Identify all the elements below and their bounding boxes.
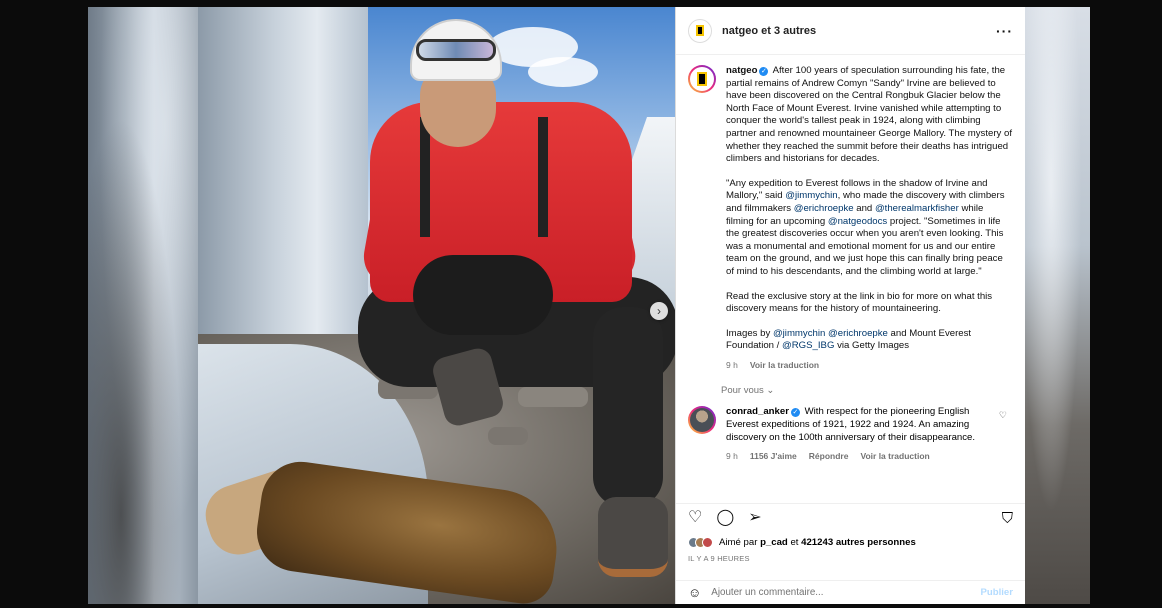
likes-summary[interactable]: Aimé par p_cad et 421243 autres personne… bbox=[688, 537, 916, 548]
caption-avatar[interactable] bbox=[688, 65, 716, 93]
caption-text-segment: via Getty Images bbox=[834, 340, 910, 352]
comment-bubble-icon[interactable]: ◯ bbox=[716, 510, 734, 527]
liker-username[interactable]: p_cad bbox=[760, 537, 788, 548]
likes-prefix: Aimé par bbox=[719, 537, 761, 548]
for-you-toggle[interactable]: Pour vous ⌄ bbox=[721, 385, 1013, 396]
caption-text-segment: Images by bbox=[726, 327, 773, 339]
posted-time: IL Y A 9 HEURES bbox=[688, 554, 750, 563]
comment-item: conrad_anker ✓ With respect for the pione… bbox=[688, 406, 1013, 462]
comment-time: 9 h bbox=[726, 451, 738, 462]
mention-link[interactable]: @erichroepke bbox=[828, 328, 888, 339]
climber-boot bbox=[598, 497, 668, 577]
caption-translate-link[interactable]: Voir la traduction bbox=[750, 359, 819, 372]
backpack-strap bbox=[420, 117, 430, 237]
commenter-username[interactable]: conrad_anker bbox=[726, 406, 789, 417]
blurred-backdrop-left bbox=[88, 7, 198, 604]
post-side-panel: natgeo et 3 autres ··· natgeo ✓ After 100… bbox=[675, 7, 1025, 604]
chevron-right-icon: › bbox=[657, 304, 661, 318]
caption-username[interactable]: natgeo bbox=[726, 65, 757, 76]
comment-input[interactable] bbox=[711, 587, 952, 598]
for-you-label: Pour vous bbox=[721, 385, 764, 397]
natgeo-logo-icon bbox=[697, 72, 707, 86]
liker-avatar bbox=[702, 537, 713, 548]
rock bbox=[488, 427, 528, 445]
emoji-icon[interactable]: ☺ bbox=[688, 585, 701, 600]
next-image-button[interactable]: › bbox=[650, 302, 668, 320]
mention-link[interactable]: @RGS_IBG bbox=[782, 340, 834, 351]
mention-link[interactable]: @jimmychin bbox=[773, 328, 825, 339]
liker-avatars bbox=[688, 537, 713, 548]
caption-meta: 9 h Voir la traduction bbox=[726, 359, 1012, 372]
caption-paragraph-2: "Any expedition to Everest follows in th… bbox=[726, 178, 1012, 279]
mention-link[interactable]: @therealmarkfisher bbox=[875, 203, 959, 214]
climber-leg bbox=[593, 307, 663, 507]
comment-likes[interactable]: 1156 J'aime bbox=[750, 450, 797, 463]
blurred-backdrop-right bbox=[1025, 7, 1090, 604]
share-send-icon[interactable]: ➢ bbox=[748, 510, 761, 527]
mention-link[interactable]: @natgeodocs bbox=[828, 216, 887, 227]
caption-text: natgeo ✓ After 100 years of speculation s… bbox=[726, 65, 1012, 371]
verified-badge-icon: ✓ bbox=[790, 408, 800, 418]
caption-text-segment: and bbox=[853, 202, 875, 214]
bookmark-icon[interactable]: ⛉ bbox=[1002, 510, 1013, 527]
comment-text: conrad_anker ✓ With respect for the pione… bbox=[726, 406, 996, 462]
likes-middle: et bbox=[787, 537, 802, 548]
caption-time: 9 h bbox=[726, 359, 738, 370]
mention-link[interactable]: @erichroepke bbox=[794, 203, 854, 214]
post-actions: ♡ ◯ ➢ ⛉ bbox=[676, 503, 1025, 527]
likes-text: Aimé par p_cad et 421243 autres personne… bbox=[719, 537, 916, 548]
reply-link[interactable]: Répondre bbox=[809, 450, 849, 463]
comment-translate-link[interactable]: Voir la traduction bbox=[860, 450, 929, 463]
caption-paragraph-3: Read the exclusive story at the link in … bbox=[726, 290, 993, 315]
black-gloves bbox=[413, 255, 553, 335]
mention-link[interactable]: @jimmychin bbox=[785, 190, 837, 201]
like-comment-heart-icon[interactable]: ♡ bbox=[999, 410, 1007, 421]
add-comment-bar: ☺ Publier bbox=[676, 580, 1025, 604]
author-avatar[interactable] bbox=[688, 18, 712, 43]
author-username[interactable]: natgeo et 3 autres bbox=[722, 25, 816, 37]
comments-area[interactable]: natgeo ✓ After 100 years of speculation s… bbox=[676, 55, 1025, 495]
likes-count[interactable]: 421243 autres personnes bbox=[801, 537, 916, 548]
caption: natgeo ✓ After 100 years of speculation s… bbox=[688, 65, 1013, 371]
commenter-avatar[interactable] bbox=[688, 406, 716, 435]
post-photo[interactable] bbox=[198, 7, 675, 604]
caption-paragraph-4: Images by @jimmychin @erichroepke and Mo… bbox=[726, 328, 1012, 353]
comment-meta: 9 h 1156 J'aime Répondre Voir la traduct… bbox=[726, 450, 996, 463]
natgeo-logo-icon bbox=[696, 25, 704, 36]
chevron-down-icon: ⌄ bbox=[766, 385, 775, 397]
rock bbox=[518, 387, 588, 407]
post-header: natgeo et 3 autres ··· bbox=[676, 7, 1025, 55]
cloud bbox=[528, 57, 598, 87]
verified-badge-icon: ✓ bbox=[759, 67, 769, 76]
goggles bbox=[416, 39, 496, 61]
more-horizontal-icon[interactable]: ··· bbox=[996, 23, 1013, 39]
like-heart-icon[interactable]: ♡ bbox=[688, 510, 702, 527]
publish-button[interactable]: Publier bbox=[980, 587, 1013, 598]
screenshot-stage: › natgeo et 3 autres ··· natgeo ✓ After 1… bbox=[0, 0, 1162, 608]
backpack-strap bbox=[538, 117, 548, 237]
caption-paragraph-1: After 100 years of speculation surroundi… bbox=[726, 65, 1013, 165]
